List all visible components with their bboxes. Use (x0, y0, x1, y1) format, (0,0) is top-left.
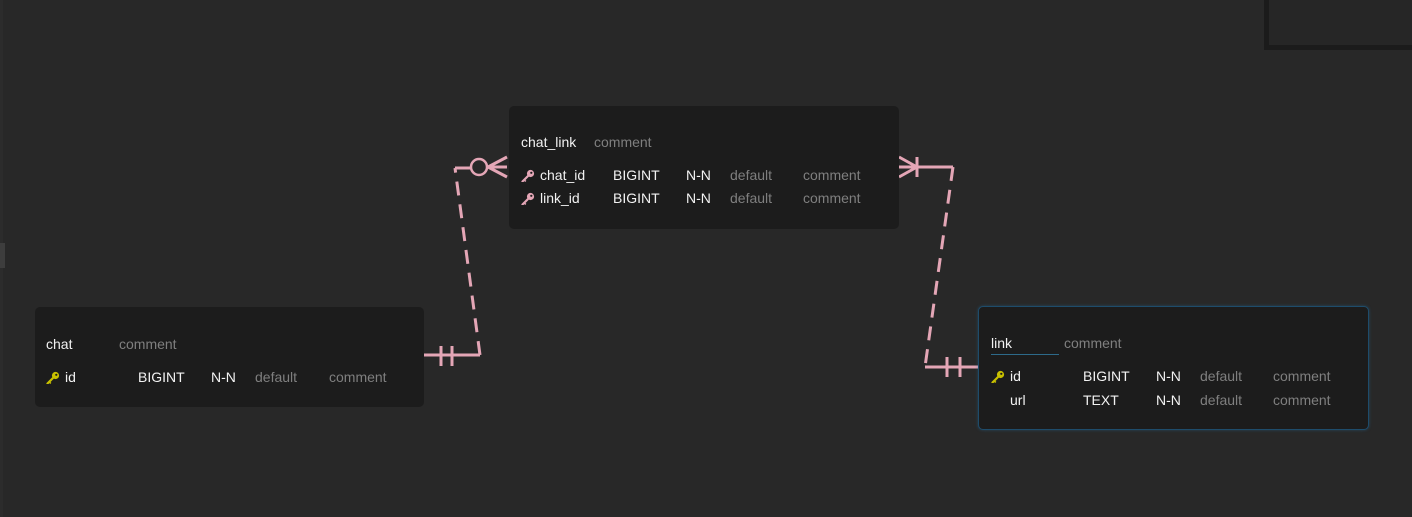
table-name[interactable]: link (991, 335, 1012, 351)
column-nullable[interactable]: N-N (686, 188, 711, 208)
primary-key-icon (46, 371, 60, 384)
column-nullable[interactable]: N-N (686, 165, 711, 185)
zero-cardinality-circle (469, 157, 489, 177)
table-name[interactable]: chat_link (521, 134, 576, 150)
column-row[interactable]: id BIGINT N-N default comment (979, 366, 1368, 386)
column-name[interactable]: url (1010, 390, 1026, 410)
column-nullable[interactable]: N-N (1156, 390, 1181, 410)
column-comment[interactable]: comment (1273, 366, 1331, 386)
column-comment[interactable]: comment (329, 367, 387, 387)
column-type[interactable]: BIGINT (1083, 366, 1130, 386)
column-comment[interactable]: comment (1273, 390, 1331, 410)
erd-canvas[interactable]: chat_link comment chat_id BIGINT N-N def… (0, 0, 1412, 517)
table-link[interactable]: link comment id BIGINT N-N default comme… (978, 306, 1369, 430)
column-row[interactable]: id BIGINT N-N default comment (35, 367, 424, 387)
foreign-key-icon (521, 192, 535, 205)
column-type[interactable]: BIGINT (613, 165, 660, 185)
foreign-key-icon (521, 169, 535, 182)
column-default[interactable]: default (730, 188, 772, 208)
column-comment[interactable]: comment (803, 165, 861, 185)
table-comment[interactable]: comment (594, 134, 652, 150)
relationship-lines (424, 155, 978, 377)
column-default[interactable]: default (1200, 390, 1242, 410)
column-type[interactable]: TEXT (1083, 390, 1119, 410)
column-type[interactable]: BIGINT (138, 367, 185, 387)
column-row[interactable]: link_id BIGINT N-N default comment (509, 188, 899, 208)
column-row[interactable]: url TEXT N-N default comment (979, 390, 1368, 410)
column-name[interactable]: chat_id (540, 165, 585, 185)
table-chat-link[interactable]: chat_link comment chat_id BIGINT N-N def… (509, 106, 899, 229)
relation-line-dashed (923, 166, 955, 368)
column-default[interactable]: default (255, 367, 297, 387)
relation-link-chat-link[interactable] (898, 155, 978, 377)
column-default[interactable]: default (1200, 366, 1242, 386)
column-comment[interactable]: comment (803, 188, 861, 208)
column-nullable[interactable]: N-N (1156, 366, 1181, 386)
table-name-input-underline (991, 354, 1059, 355)
column-type[interactable]: BIGINT (613, 188, 660, 208)
table-chat[interactable]: chat comment id BIGINT N-N default comme… (35, 307, 424, 407)
column-name[interactable]: id (65, 367, 76, 387)
table-comment[interactable]: comment (1064, 335, 1122, 351)
column-name[interactable]: link_id (540, 188, 580, 208)
relation-chat-chat-link[interactable] (424, 155, 508, 366)
relation-line-dashed (453, 167, 482, 356)
primary-key-icon (991, 370, 1005, 383)
column-default[interactable]: default (730, 165, 772, 185)
column-row[interactable]: chat_id BIGINT N-N default comment (509, 165, 899, 185)
column-name[interactable]: id (1010, 366, 1021, 386)
table-comment[interactable]: comment (119, 336, 177, 352)
table-name[interactable]: chat (46, 336, 72, 352)
column-nullable[interactable]: N-N (211, 367, 236, 387)
